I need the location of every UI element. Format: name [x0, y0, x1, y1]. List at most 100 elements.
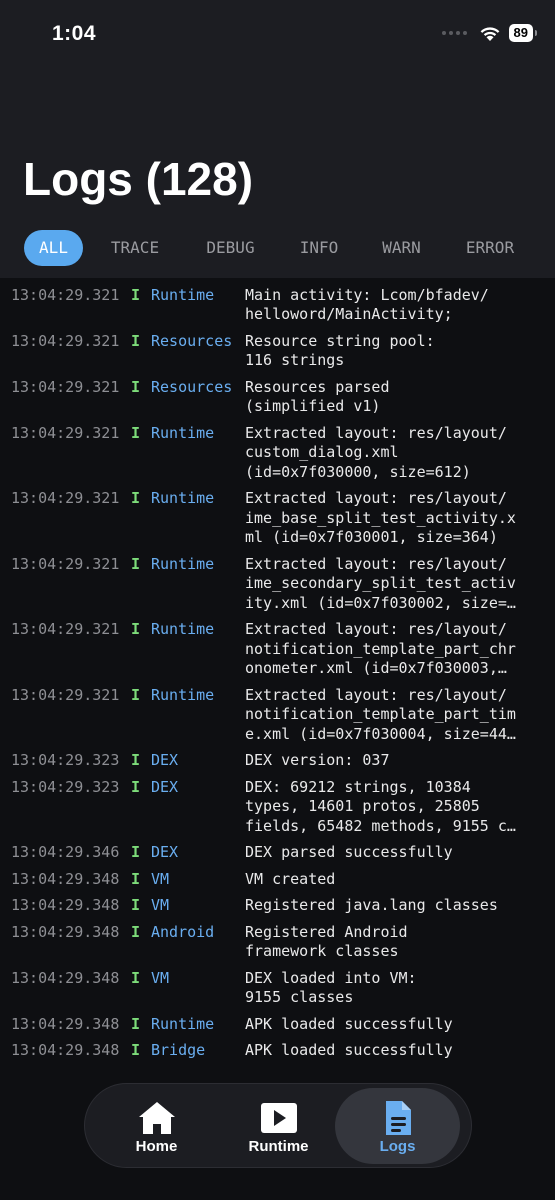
log-message: Extracted layout: res/layout/notificatio…: [245, 620, 537, 679]
log-message: VM created: [245, 870, 537, 890]
log-message-line: Extracted layout: res/layout/: [245, 685, 507, 704]
log-message-line: DEX version: 037: [245, 751, 390, 769]
log-message-line: Resources parsed: [245, 377, 390, 396]
log-message-line: notification_template_part_tim: [245, 705, 516, 723]
log-message-line: DEX: 69212 strings, 10384: [245, 777, 471, 796]
status-icons: 89: [441, 24, 538, 42]
log-message-line: Extracted layout: res/layout/: [245, 620, 507, 638]
log-message-line: DEX parsed successfully: [245, 843, 453, 861]
log-level: I: [131, 685, 141, 704]
log-row: 13:04:29.323 I DEX DEX: 69212 strings, 1038…: [0, 778, 555, 837]
log-row: 13:04:29.348 I Runtime APK loaded successfu…: [0, 1015, 555, 1035]
log-level: I: [131, 423, 141, 442]
log-level: I: [131, 751, 141, 769]
tab-runtime-label: Runtime: [248, 1138, 309, 1155]
log-timestamp: 13:04:29.348: [11, 922, 120, 941]
log-timestamp: 13:04:29.323: [11, 777, 120, 796]
document-icon: [385, 1101, 411, 1135]
log-message: Registered java.lang classes: [245, 896, 537, 916]
status-time: 1:04: [52, 22, 97, 45]
log-message-line: ime_secondary_split_test_activ: [245, 574, 516, 592]
log-timestamp: 13:04:29.348: [11, 1041, 120, 1059]
log-tag: Runtime: [151, 423, 215, 442]
log-row: 13:04:29.346 I DEX DEX parsed successfully: [0, 843, 555, 863]
log-level: I: [131, 620, 141, 638]
log-message: Extracted layout: res/layout/notificatio…: [245, 686, 537, 745]
log-message: Registered Android framework classes: [245, 923, 537, 962]
tab-home[interactable]: Home: [94, 1088, 219, 1164]
log-tag: Runtime: [151, 489, 215, 507]
log-timestamp: 13:04:29.348: [11, 1014, 120, 1033]
log-level: I: [131, 489, 141, 507]
log-level: I: [131, 377, 141, 396]
log-timestamp: 13:04:29.346: [11, 843, 120, 861]
filter-all[interactable]: ALL: [24, 230, 83, 266]
log-message: Extracted layout: res/layout/custom_dial…: [245, 424, 537, 483]
log-message-line: ity.xml (id=0x7f030002, size=…: [245, 593, 516, 612]
log-message: Extracted layout: res/layout/ime_base_sp…: [245, 489, 537, 548]
log-level: I: [131, 968, 141, 987]
log-timestamp: 13:04:29.348: [11, 869, 120, 888]
log-level-filters: ALL TRACE DEBUG INFO WARN ERROR: [24, 230, 541, 266]
tab-runtime[interactable]: Runtime: [216, 1088, 341, 1164]
filter-info[interactable]: INFO: [274, 230, 364, 266]
log-row: 13:04:29.321 I Runtime Extracted layout: re…: [0, 555, 555, 614]
log-tag: Runtime: [151, 620, 215, 638]
log-row: 13:04:29.321 I Runtime Extracted layout: re…: [0, 424, 555, 483]
log-message-line: DEX loaded into VM:: [245, 968, 417, 987]
log-tag: Bridge: [151, 1041, 206, 1059]
log-level: I: [131, 922, 141, 941]
log-message: DEX version: 037: [245, 751, 537, 771]
log-timestamp: 13:04:29.321: [11, 331, 120, 350]
filter-error[interactable]: ERROR: [439, 230, 541, 266]
log-message: APK loaded successfully: [245, 1015, 537, 1035]
log-message-line: Main activity: Lcom/bfadev/: [245, 285, 489, 304]
log-message: DEX parsed successfully: [245, 843, 537, 863]
log-level: I: [131, 1041, 141, 1059]
log-message-line: VM created: [245, 869, 336, 888]
log-message: APK loaded successfully: [245, 1041, 537, 1061]
log-tag: Android: [151, 922, 215, 941]
log-tag: Runtime: [151, 1014, 215, 1033]
log-row: 13:04:29.348 I Android Registered Android fr…: [0, 923, 555, 962]
tab-logs[interactable]: Logs: [335, 1088, 460, 1164]
log-row: 13:04:29.321 I Runtime Extracted layout: re…: [0, 489, 555, 548]
log-row: 13:04:29.321 I Resources Resources parsed (s…: [0, 378, 555, 417]
log-message: DEX: 69212 strings, 10384 types, 14601 pr…: [245, 778, 537, 837]
log-message-line: helloword/MainActivity;: [245, 305, 453, 323]
log-message-line: APK loaded successfully: [245, 1041, 453, 1059]
log-row: 13:04:29.321 I Runtime Main activity: Lcom/…: [0, 286, 555, 325]
log-row: 13:04:29.348 I VM Registered java.lang clas…: [0, 896, 555, 916]
log-row: 13:04:29.323 I DEX DEX version: 037: [0, 751, 555, 771]
log-message: Resource string pool: 116 strings: [245, 332, 537, 371]
log-message-line: e.xml (id=0x7f030004, size=44…: [245, 724, 516, 743]
log-row: 13:04:29.348 I Bridge APK loaded successful…: [0, 1041, 555, 1061]
log-list[interactable]: 13:04:29.321IRuntimePackage: com.bfadev.…: [0, 268, 555, 1088]
log-message-line: Extracted layout: res/layout/: [245, 554, 507, 573]
log-timestamp: 13:04:29.321: [11, 377, 120, 396]
log-message-line: 9155 classes: [245, 988, 354, 1006]
log-timestamp: 13:04:29.348: [11, 968, 120, 987]
filter-debug[interactable]: DEBUG: [187, 230, 274, 266]
log-message: Main activity: Lcom/bfadev/helloword/Mai…: [245, 286, 537, 325]
log-level: I: [131, 843, 141, 861]
log-tag: VM: [151, 896, 170, 914]
log-message-line: ml (id=0x7f030001, size=364): [245, 528, 498, 546]
filter-trace[interactable]: TRACE: [83, 230, 187, 266]
wifi-icon: [480, 26, 499, 41]
log-message-line: (simplified v1): [245, 397, 381, 415]
log-message-line: Extracted layout: res/layout/: [245, 489, 507, 507]
filter-warn[interactable]: WARN: [364, 230, 439, 266]
log-row: 13:04:29.348 I VM DEX loaded into VM: 9155 c…: [0, 969, 555, 1008]
log-tag: VM: [151, 968, 170, 987]
log-level: I: [131, 869, 141, 888]
log-level: I: [131, 285, 141, 304]
log-timestamp: 13:04:29.348: [11, 896, 120, 914]
tab-bar: Home Runtime Logs: [84, 1083, 472, 1168]
log-timestamp: 13:04:29.323: [11, 751, 120, 769]
log-tag: DEX: [151, 751, 179, 769]
log-message-line: fields, 65482 methods, 9155 c…: [245, 816, 516, 835]
tab-home-label: Home: [135, 1138, 178, 1155]
log-message-line: APK loaded successfully: [245, 1014, 453, 1033]
log-tag: Runtime: [151, 285, 215, 304]
